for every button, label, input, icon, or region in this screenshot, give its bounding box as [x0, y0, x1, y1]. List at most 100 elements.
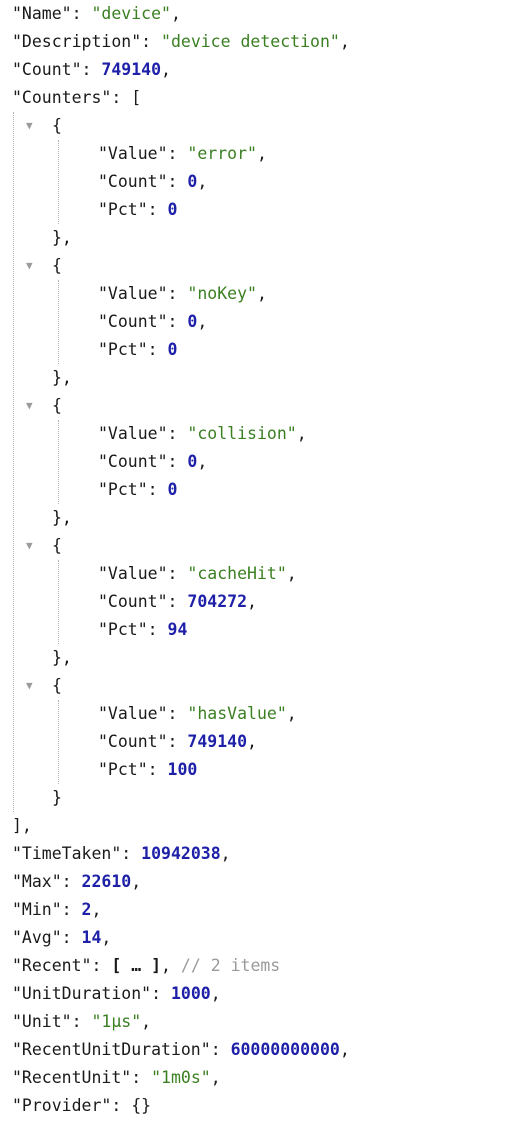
json-string-value: "hasValue" [187, 704, 287, 723]
json-key: "Value" [98, 564, 168, 583]
collapse-triangle-icon[interactable]: ▼ [26, 672, 40, 700]
counter-field-line: "Pct": 100 [98, 760, 198, 779]
json-string-value: "1µs" [91, 1012, 142, 1031]
json-key: "Count" [98, 452, 168, 471]
json-line-description: "Description": "device detection", [12, 32, 350, 51]
json-number-value: 10942038 [141, 844, 221, 863]
json-key: "Pct" [98, 340, 148, 359]
json-number-value: 1000 [170, 984, 211, 1003]
counter-field-line: "Count": 749140, [98, 732, 257, 751]
json-key: "Pct" [98, 480, 148, 499]
counter-field-line: "Value": "collision", [98, 424, 307, 443]
counter-object: ▼{ "Value": "noKey", "Count": 0, "Pct": 0}, [0, 252, 532, 392]
counter-field-line: "Value": "error", [98, 144, 267, 163]
counter-object-open: ▼{ [0, 112, 532, 140]
json-number-value: 0 [167, 340, 178, 359]
json-line-timetaken: "TimeTaken": 10942038, [12, 844, 231, 863]
json-key: "Pct" [98, 760, 148, 779]
json-key: "Pct" [98, 200, 148, 219]
counter-field-line: "Pct": 0 [98, 340, 178, 359]
json-viewer: "Name": "device", "Description": "device… [0, 0, 532, 1120]
counter-object-close: }, [52, 508, 72, 527]
counter-object-close: }, [52, 648, 72, 667]
json-line-max: "Max": 22610, [12, 872, 142, 891]
json-line-unitduration: "UnitDuration": 1000, [12, 984, 221, 1003]
json-number-value: 0 [187, 172, 198, 191]
json-string-value: "device detection" [161, 32, 340, 51]
json-key: "Description" [12, 32, 142, 51]
json-key: "UnitDuration" [12, 984, 152, 1003]
json-line-unit: "Unit": "1µs", [12, 1012, 152, 1031]
json-number-value: 100 [167, 760, 198, 779]
counter-field-line: "Value": "hasValue", [98, 704, 297, 723]
json-key: "Value" [98, 424, 168, 443]
json-number-value: 2 [81, 900, 92, 919]
json-key: "Count" [98, 172, 168, 191]
json-key: "Name" [12, 4, 72, 23]
counter-object-close: }, [52, 368, 72, 387]
counter-field-line: "Pct": 94 [98, 620, 188, 639]
counter-object-open: ▼{ [0, 672, 532, 700]
counter-field-line: "Value": "noKey", [98, 284, 267, 303]
json-key: "Count" [98, 312, 168, 331]
json-string-value: "error" [187, 144, 257, 163]
counter-object: ▼{"Value": "cacheHit", "Count": 704272, "P… [0, 532, 532, 672]
counter-field-line: "Count": 0, [98, 312, 208, 331]
json-number-value: 0 [167, 200, 178, 219]
json-string-value: "1m0s" [151, 1068, 211, 1087]
json-key: "Value" [98, 284, 168, 303]
json-key: "Unit" [12, 1012, 72, 1031]
json-key: "RecentUnitDuration" [12, 1040, 211, 1059]
json-line-provider: "Provider": {} [12, 1096, 152, 1115]
json-key: "Recent" [12, 956, 92, 975]
counter-object-close: } [52, 788, 62, 807]
json-string-value: "device" [91, 4, 171, 23]
json-key: "Count" [12, 60, 82, 79]
counter-object: ▼{"Value": "error", "Count": 0, "Pct": 0}, [0, 112, 532, 252]
json-key: "Min" [12, 900, 62, 919]
json-key: "TimeTaken" [12, 844, 122, 863]
collapsed-array-toggle[interactable]: [ … ] [111, 956, 161, 975]
json-line-avg: "Avg": 14, [12, 928, 112, 947]
json-line-recent: "Recent": [ … ], // 2 items [12, 956, 281, 975]
collapse-triangle-icon[interactable]: ▼ [26, 532, 40, 560]
json-key: "Value" [98, 704, 168, 723]
json-number-value: 60000000000 [230, 1040, 340, 1059]
json-key: "Provider" [12, 1096, 112, 1115]
json-line-count: "Count": 749140, [12, 60, 171, 79]
counter-field-line: "Value": "cacheHit", [98, 564, 297, 583]
json-key: "Avg" [12, 928, 62, 947]
collapse-triangle-icon[interactable]: ▼ [26, 392, 40, 420]
json-line-name: "Name": "device", [12, 4, 181, 23]
counter-object-close: }, [52, 228, 72, 247]
json-key: "Count" [98, 732, 168, 751]
counter-object-open: ▼{ [0, 392, 532, 420]
json-line-counters-close: ], [12, 816, 32, 835]
counter-object-open: ▼{ [0, 252, 532, 280]
json-string-value: "collision" [187, 424, 297, 443]
counter-object: ▼{ "Value": "collision", "Count": 0, "Pct":… [0, 392, 532, 532]
json-key: "Max" [12, 872, 62, 891]
json-number-value: 749140 [101, 60, 162, 79]
collapse-triangle-icon[interactable]: ▼ [26, 252, 40, 280]
counter-object-open: ▼{ [0, 532, 532, 560]
counter-field-line: "Count": 0, [98, 452, 208, 471]
counters-array: ▼{ "Value": "error", "Count": 0, "Pct": 0},… [0, 112, 532, 812]
json-number-value: 749140 [187, 732, 248, 751]
json-number-value: 704272 [187, 592, 248, 611]
json-key: "Pct" [98, 620, 148, 639]
counter-field-line: "Count": 0, [98, 172, 208, 191]
collapse-triangle-icon[interactable]: ▼ [26, 112, 40, 140]
json-key: "Counters" [12, 88, 112, 107]
json-number-value: 22610 [81, 872, 132, 891]
json-key: "RecentUnit" [12, 1068, 132, 1087]
json-line-recentunit: "RecentUnit": "1m0s", [12, 1068, 221, 1087]
json-line-min: "Min": 2, [12, 900, 102, 919]
counter-field-line: "Pct": 0 [98, 480, 178, 499]
json-line-counters: "Counters": [ [12, 88, 142, 107]
item-count-comment: // 2 items [180, 956, 281, 975]
json-object-value: {} [131, 1096, 152, 1115]
json-number-value: 94 [167, 620, 188, 639]
json-number-value: 14 [81, 928, 102, 947]
json-line-recentunitduration: "RecentUnitDuration": 60000000000, [12, 1040, 350, 1059]
